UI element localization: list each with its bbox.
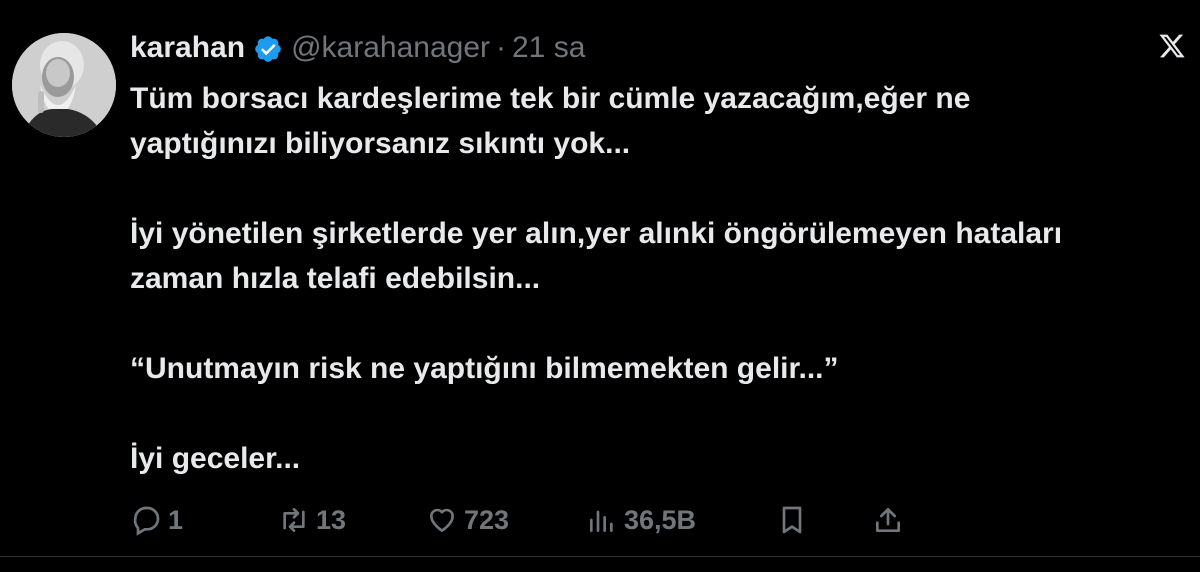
action-bar: 1 13 723 36,5B: [130, 498, 1190, 542]
views-count: 36,5B: [624, 504, 697, 535]
verified-badge-icon: [253, 33, 283, 63]
repost-button[interactable]: 13: [278, 498, 346, 542]
bookmark-button[interactable]: [776, 498, 814, 542]
heart-icon: [430, 508, 454, 532]
reply-button[interactable]: 1: [130, 498, 183, 542]
like-button[interactable]: 723: [426, 498, 509, 542]
bookmark-icon: [782, 506, 802, 534]
tweet-timestamp[interactable]: 21 sa: [512, 26, 585, 70]
header-separator: ·: [496, 31, 506, 64]
views-button[interactable]: 36,5B: [586, 498, 696, 542]
tweet-header: karahan @karahanager · 21 sa: [130, 26, 585, 70]
user-name[interactable]: karahan: [130, 26, 245, 70]
tweet-line: zaman hızla telafi edebilsin...: [130, 262, 541, 295]
tweet-text: Tüm borsacı kardeşlerime tek bir cümle y…: [130, 76, 1190, 481]
share-icon: [876, 508, 900, 532]
avatar[interactable]: [12, 33, 116, 137]
tweet-card: karahan @karahanager · 21 sa Tüm borsacı…: [0, 0, 1200, 572]
user-handle[interactable]: @karahanager: [291, 26, 490, 70]
tweet-line: İyi geceler...: [130, 442, 301, 475]
tweet-line: yaptığınızı biliyorsanız sıkıntı yok...: [130, 127, 631, 160]
tweet-line: İyi yönetilen şirketlerde yer alın,yer a…: [130, 217, 1063, 250]
divider: [0, 556, 1200, 557]
like-count: 723: [464, 504, 510, 535]
repost-count: 13: [316, 504, 347, 535]
reply-icon: [133, 506, 160, 536]
views-chart-icon: [590, 510, 613, 532]
share-button[interactable]: [872, 498, 910, 542]
x-close-icon[interactable]: [1158, 32, 1186, 60]
avatar-portrait: [12, 33, 116, 137]
tweet-line: Tüm borsacı kardeşlerime tek bir cümle y…: [130, 82, 971, 115]
reply-count: 1: [168, 504, 184, 535]
tweet-line: “Unutmayın risk ne yaptığını bilmemekten…: [130, 352, 839, 385]
repost-icon: [283, 508, 305, 532]
